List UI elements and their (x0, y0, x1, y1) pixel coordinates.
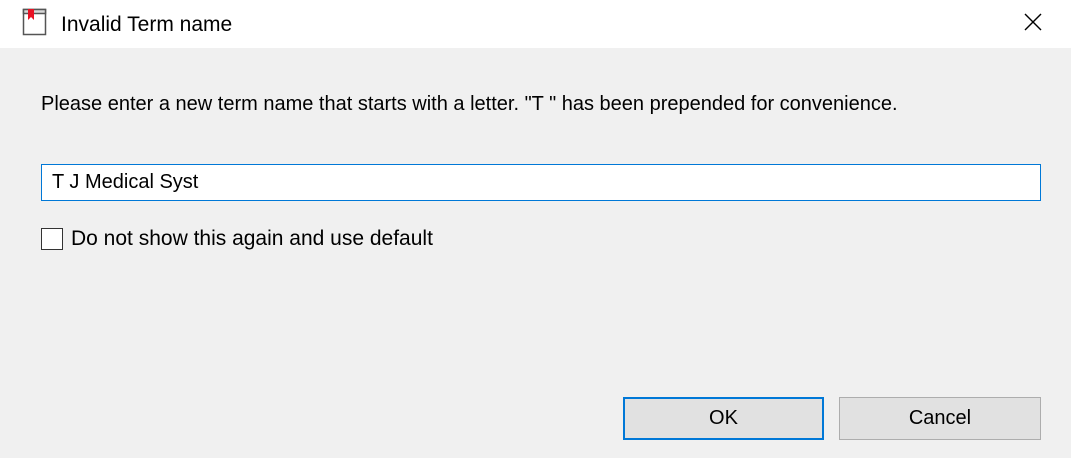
dont-show-again-checkbox[interactable] (41, 228, 63, 250)
dialog-body: Please enter a new term name that starts… (0, 48, 1071, 458)
document-bookmark-icon (22, 8, 48, 36)
dialog-window: Invalid Term name Please enter a new ter… (0, 0, 1071, 458)
ok-button[interactable]: OK (623, 397, 824, 440)
close-button[interactable] (1005, 0, 1061, 48)
term-name-input[interactable] (41, 164, 1041, 201)
close-icon (1023, 12, 1043, 37)
window-title: Invalid Term name (61, 13, 233, 36)
cancel-button[interactable]: Cancel (839, 397, 1041, 440)
title-bar[interactable]: Invalid Term name (0, 0, 1071, 48)
dont-show-again-label[interactable]: Do not show this again and use default (71, 227, 433, 251)
dont-show-again-option[interactable]: Do not show this again and use default (41, 226, 433, 252)
dialog-message: Please enter a new term name that starts… (41, 93, 898, 115)
